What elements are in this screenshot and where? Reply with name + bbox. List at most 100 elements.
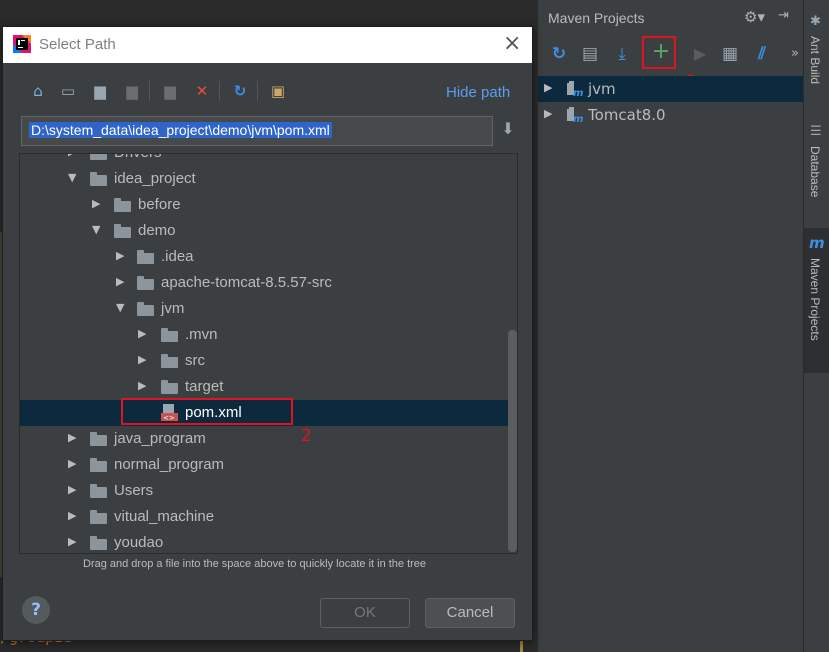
tree-row-label: Users (114, 482, 154, 499)
module-folder-icon[interactable]: ▆ (121, 79, 143, 103)
execute-goal-icon[interactable]: ▦ (718, 42, 742, 66)
tree-row[interactable]: ▶ java_program (20, 426, 517, 452)
folder-icon (161, 354, 178, 368)
show-hidden-icon[interactable]: ▣ (267, 79, 289, 103)
expand-arrow-icon[interactable]: ▶ (68, 535, 80, 548)
expand-arrow-icon[interactable]: ▶ (544, 81, 552, 94)
folder-icon (114, 198, 131, 212)
folder-icon (90, 154, 107, 160)
tree-row-label: target (185, 378, 224, 395)
maven-module-icon: m (567, 81, 583, 97)
maven-projects-panel: Maven Projects ⚙▾ ⇥ ↻ ▤ ⤓ + ▶ ▦ ⫽ » 1 ▶ … (537, 0, 804, 652)
new-folder-icon[interactable]: ▆ (159, 79, 181, 103)
help-button[interactable]: ? (22, 596, 50, 624)
history-icon[interactable]: ⬇ (497, 119, 519, 143)
expand-arrow-icon[interactable]: ▶ (138, 327, 150, 340)
folder-icon (90, 458, 107, 472)
pom-highlight-box (121, 398, 293, 425)
tree-row-label: .mvn (185, 326, 218, 343)
tree-row-label: youdao (114, 534, 164, 551)
tree-scrollbar[interactable] (508, 330, 517, 552)
expand-arrow-icon[interactable]: ▶ (138, 353, 150, 366)
tree-row-label: demo (138, 222, 176, 239)
refresh-icon[interactable]: ↻ (547, 42, 571, 66)
tree-row[interactable]: ▶ vitual_machine (20, 504, 517, 530)
dialog-title: Select Path (39, 36, 116, 53)
tree-row[interactable]: ▶ Users (20, 478, 517, 504)
expand-arrow-icon[interactable]: ▶ (68, 509, 80, 522)
tree-row[interactable]: ▶ Drivers (20, 154, 517, 166)
tab-database[interactable]: ☰ Database (804, 122, 829, 212)
maven-project-label: jvm (588, 80, 616, 98)
tree-row-label: vitual_machine (114, 508, 215, 525)
close-icon[interactable]: × (503, 31, 521, 56)
tree-row-label: Drivers (114, 154, 162, 161)
desktop-icon[interactable]: ▭ (57, 79, 79, 103)
path-input-value: D:\system_data\idea_project\demo\jvm\pom… (29, 122, 332, 138)
tree-row[interactable]: ▼ idea_project (20, 166, 517, 192)
drag-drop-hint: Drag and drop a file into the space abov… (83, 558, 427, 570)
refresh-icon[interactable]: ↻ (229, 79, 251, 103)
tab-maven-projects-label: Maven Projects (808, 258, 822, 341)
tree-row-label: before (138, 196, 181, 213)
expand-arrow-icon[interactable]: ▶ (68, 431, 80, 444)
expand-arrow-icon[interactable]: ▶ (138, 379, 150, 392)
hide-panel-icon[interactable]: ⇥ (778, 8, 789, 23)
expand-arrow-icon[interactable]: ▶ (116, 249, 128, 262)
ok-button[interactable]: OK (320, 598, 410, 628)
tree-row[interactable]: ▶ apache-tomcat-8.5.57-src (20, 270, 517, 296)
reimport-icon[interactable]: ▤ (578, 42, 602, 66)
path-input[interactable]: D:\system_data\idea_project\demo\jvm\pom… (21, 116, 493, 146)
expand-arrow-icon[interactable]: ▶ (68, 154, 80, 158)
maven-icon: m (809, 234, 825, 252)
collapse-arrow-icon[interactable]: ▼ (92, 223, 104, 236)
tree-row[interactable]: ▶ src (20, 348, 517, 374)
expand-arrow-icon[interactable]: ▶ (68, 483, 80, 496)
select-path-dialog: Select Path × ⌂ ▭ ▆ ▆ ▆ ✕ ↻ ▣ Hide path … (2, 26, 533, 641)
tree-row[interactable]: ▶ normal_program (20, 452, 517, 478)
expand-arrow-icon[interactable]: ▶ (68, 457, 80, 470)
maven-panel-title: Maven Projects (548, 10, 645, 26)
tree-row[interactable]: ▶ target (20, 374, 517, 400)
database-icon: ☰ (810, 124, 822, 139)
ant-icon: ✱ (810, 14, 821, 29)
hide-path-link[interactable]: Hide path (446, 84, 510, 101)
tree-row[interactable]: ▼ jvm (20, 296, 517, 322)
tree-row[interactable]: ▶ .mvn (20, 322, 517, 348)
tab-ant-build-label: Ant Build (808, 36, 822, 85)
tree-row-label: apache-tomcat-8.5.57-src (161, 274, 332, 291)
tree-row-label: java_program (114, 430, 206, 447)
tree-row-label: idea_project (114, 170, 196, 187)
add-maven-project-icon[interactable]: + (646, 38, 676, 68)
maven-project-item[interactable]: ▶ m Tomcat8.0 (538, 102, 804, 128)
folder-icon (161, 328, 178, 342)
project-folder-icon[interactable]: ▆ (89, 79, 111, 103)
svg-text:m: m (573, 88, 583, 97)
tab-maven-projects[interactable]: m Maven Projects (804, 228, 829, 373)
expand-arrow-icon[interactable]: ▶ (92, 197, 104, 210)
folder-icon (90, 432, 107, 446)
expand-arrow-icon[interactable]: ▶ (544, 107, 552, 120)
delete-icon[interactable]: ✕ (191, 79, 213, 103)
expand-arrow-icon[interactable]: ▶ (116, 275, 128, 288)
tree-row[interactable]: ▶ youdao (20, 530, 517, 553)
maven-panel-header: Maven Projects ⚙▾ ⇥ (538, 0, 804, 36)
tree-row[interactable]: ▼ demo (20, 218, 517, 244)
dialog-titlebar: Select Path × (3, 27, 532, 63)
folder-icon (90, 510, 107, 524)
collapse-arrow-icon[interactable]: ▼ (68, 171, 80, 184)
home-icon[interactable]: ⌂ (27, 79, 49, 103)
tree-row[interactable]: ▶ .idea (20, 244, 517, 270)
tree-row[interactable]: ▶ before (20, 192, 517, 218)
folder-icon (137, 276, 154, 290)
gear-icon[interactable]: ⚙▾ (744, 8, 765, 26)
collapse-arrow-icon[interactable]: ▼ (116, 301, 128, 314)
maven-project-item[interactable]: ▶ m jvm (538, 76, 804, 102)
cancel-button[interactable]: Cancel (425, 598, 515, 628)
maven-project-label: Tomcat8.0 (588, 106, 666, 124)
download-sources-icon[interactable]: ⤓ (610, 42, 634, 66)
tab-ant-build[interactable]: ✱ Ant Build (804, 12, 829, 102)
run-icon[interactable]: ▶ (688, 42, 712, 66)
tree-row-label: normal_program (114, 456, 225, 473)
skip-tests-icon[interactable]: ⫽ (750, 42, 774, 66)
